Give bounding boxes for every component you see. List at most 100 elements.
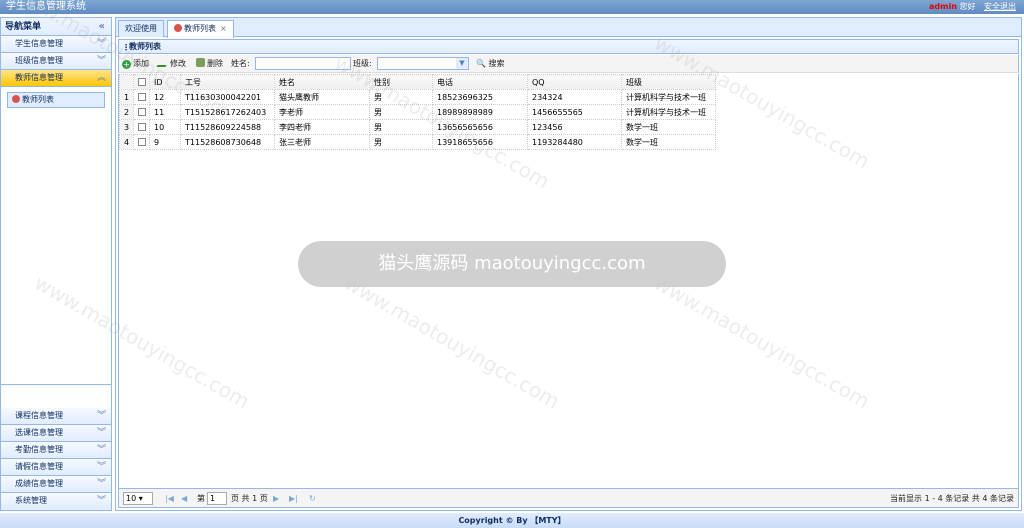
search-icon: 🔍	[476, 59, 486, 68]
table-cell: 11	[149, 104, 181, 120]
table-cell: 李四老师	[274, 119, 370, 135]
nav-section-courses[interactable]: 课程信息管理 ︾	[1, 408, 111, 425]
table-row[interactable]: 1 12 T11630300042201 猫头鹰教师男 18523696325 23432…	[119, 89, 716, 105]
pencil-icon	[156, 58, 171, 67]
tab-welcome[interactable]: 欢迎使用	[118, 20, 164, 37]
table-cell: T11528608730648	[180, 134, 275, 150]
col-class[interactable]: 班级	[621, 74, 716, 90]
drag-handle-icon: ⋮	[122, 43, 130, 52]
refresh-icon[interactable]: ↻	[309, 493, 316, 504]
chevron-down-icon: ︾	[96, 445, 106, 455]
toolbar: + 添加 修改 删除 姓名: 班级: ▼ 🔍 搜索	[118, 55, 1019, 73]
table-cell: 计算机科学与技术一班	[621, 89, 716, 105]
table-cell: 数学一班	[621, 119, 716, 135]
table-cell: 李老师	[274, 104, 370, 120]
nav-teachers-body: 教师列表	[1, 87, 111, 385]
table-cell: 男	[369, 89, 433, 105]
prev-page-icon[interactable]: ◀	[181, 493, 187, 504]
total-pages-label: 页 共 1 页	[231, 494, 268, 503]
chevron-down-icon: ︾	[96, 428, 106, 438]
footer: Copyright © By 【MTY】	[0, 513, 1024, 528]
collapse-left-icon[interactable]: «	[99, 18, 105, 36]
nav-title: 导航菜单	[5, 22, 42, 32]
table-cell: 男	[369, 104, 433, 120]
chevron-down-icon: ︾	[96, 39, 106, 49]
row-checkbox[interactable]	[137, 123, 146, 131]
table-cell: T11528609224588	[180, 119, 275, 135]
nav-section-teachers[interactable]: 教师信息管理 ︽	[1, 70, 111, 87]
nav-section-enrollment[interactable]: 选课信息管理 ︾	[1, 425, 111, 442]
plus-icon: +	[122, 60, 131, 69]
nav-section-leave[interactable]: 请假信息管理 ︾	[1, 459, 111, 476]
logout-link[interactable]: 安全退出	[984, 2, 1016, 11]
class-label: 班级:	[353, 59, 372, 68]
chevron-down-icon: ︾	[96, 411, 106, 421]
last-page-icon[interactable]: ▶|	[289, 493, 298, 504]
first-page-icon[interactable]: |◀	[165, 493, 174, 504]
edit-button[interactable]: 修改	[156, 58, 186, 70]
user-icon	[174, 24, 182, 32]
col-employee-no[interactable]: 工号	[180, 74, 275, 90]
sidebar: 导航菜单 « 学生信息管理 ︾ 班级信息管理 ︾ 教师信息管理 ︽ 教师列表 课…	[0, 17, 112, 511]
row-checkbox[interactable]	[137, 108, 146, 116]
panel-title: ⋮ 教师列表	[118, 39, 1019, 54]
table-cell: 1456655565	[527, 104, 622, 120]
row-checkbox[interactable]	[137, 138, 146, 146]
close-icon[interactable]: ×	[220, 24, 227, 33]
user-icon	[12, 95, 20, 103]
teacher-table: ID 工号 姓名 性别 电话 QQ 班级 1 12 T11630300042201 猫…	[119, 74, 716, 150]
chevron-down-icon: ︾	[96, 56, 106, 66]
nav-section-grades[interactable]: 成绩信息管理 ︾	[1, 476, 111, 493]
col-id[interactable]: ID	[149, 74, 181, 90]
search-button[interactable]: 🔍 搜索	[476, 58, 505, 70]
pagination-bar: 10 ▾ |◀ ◀ 第 1 页 共 1 页 ▶ ▶| ↻ 当前显示 1 - 4 …	[118, 488, 1019, 508]
add-button[interactable]: + 添加	[122, 58, 149, 70]
table-cell: 13656565656	[432, 119, 528, 135]
table-cell: 18523696325	[432, 89, 528, 105]
col-phone[interactable]: 电话	[432, 74, 528, 90]
delete-icon	[196, 58, 205, 67]
row-number: 3	[119, 119, 134, 135]
tab-bar: 欢迎使用 教师列表 ×	[116, 18, 1021, 38]
table-cell: 猫头鹰教师	[274, 89, 370, 105]
select-all-checkbox[interactable]	[137, 78, 146, 86]
table-cell: 男	[369, 134, 433, 150]
row-number: 2	[119, 104, 134, 120]
table-cell: 数学一班	[621, 134, 716, 150]
table-row[interactable]: 3 10 T11528609224588 李四老师男 13656565656 123456…	[119, 119, 716, 135]
top-header: 学生信息管理系统 admin 您好 安全退出	[0, 0, 1024, 14]
tab-teacher-list[interactable]: 教师列表 ×	[167, 20, 234, 38]
table-row[interactable]: 4 9 T11528608730648 张三老师男 13918655656 1193284…	[119, 134, 716, 150]
name-search-input[interactable]	[255, 57, 351, 70]
nav-section-attendance[interactable]: 考勤信息管理 ︾	[1, 442, 111, 459]
row-checkbox[interactable]	[137, 93, 146, 101]
nav-header: 导航菜单 «	[1, 18, 111, 36]
page-label: 第	[197, 494, 205, 503]
page-size-select[interactable]: 10 ▾	[123, 492, 153, 505]
table-cell: 9	[149, 134, 181, 150]
table-cell: 13918655656	[432, 134, 528, 150]
col-gender[interactable]: 性别	[369, 74, 433, 90]
watermark-banner: 猫头鹰源码 maotouyingcc.com	[298, 241, 726, 287]
greeting: 您好	[959, 2, 976, 11]
table-cell: T11630300042201	[180, 89, 275, 105]
table-cell: 234324	[527, 89, 622, 105]
nav-section-students[interactable]: 学生信息管理 ︾	[1, 36, 111, 53]
sidebar-item-teacher-list[interactable]: 教师列表	[7, 92, 105, 108]
col-qq[interactable]: QQ	[527, 74, 622, 90]
col-name[interactable]: 姓名	[274, 74, 370, 90]
name-label: 姓名:	[231, 59, 250, 68]
chevron-down-icon: ︾	[96, 462, 106, 472]
nav-section-classes[interactable]: 班级信息管理 ︾	[1, 53, 111, 70]
chevron-down-icon: ︾	[96, 496, 106, 506]
table-cell: 10	[149, 119, 181, 135]
class-select[interactable]: ▼	[377, 57, 469, 70]
table-cell: 18989898989	[432, 104, 528, 120]
nav-section-system[interactable]: 系统管理 ︾	[1, 493, 111, 510]
table-row[interactable]: 2 11 T151528617262403 李老师男 18989898989 145665…	[119, 104, 716, 120]
page-number-input[interactable]: 1	[207, 492, 227, 505]
chevron-down-icon: ▼	[456, 58, 468, 69]
delete-button[interactable]: 删除	[196, 58, 223, 70]
username: admin	[929, 2, 957, 11]
next-page-icon[interactable]: ▶	[273, 493, 279, 504]
